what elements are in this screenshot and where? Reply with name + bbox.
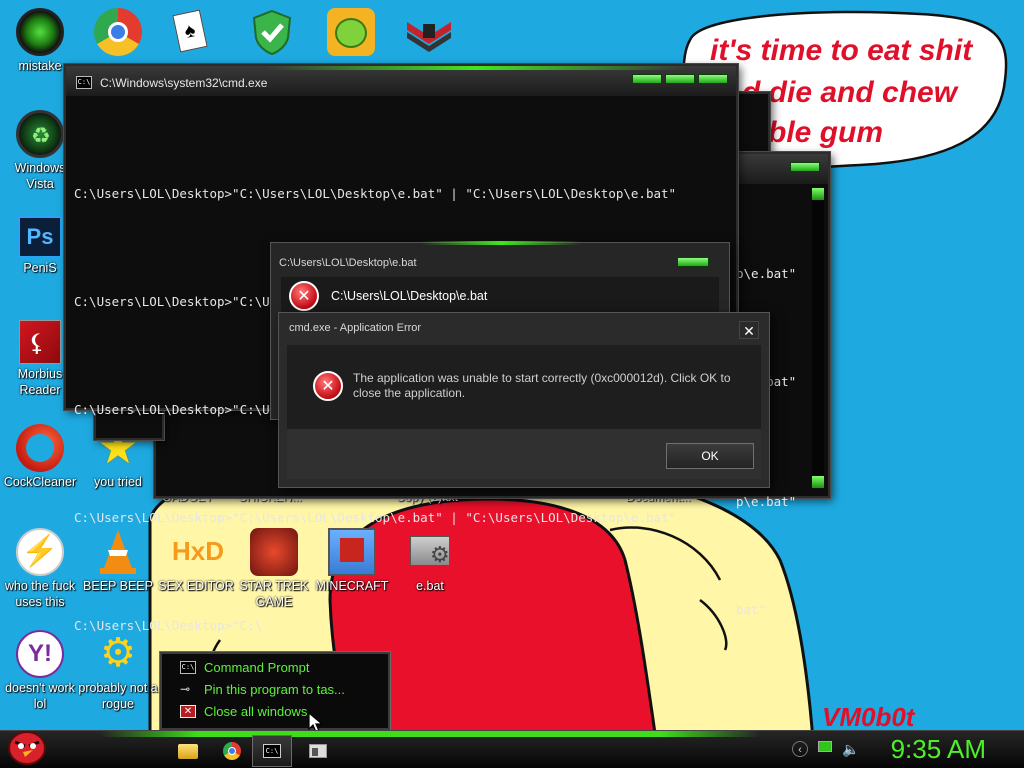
scroll-up-arrow[interactable] (812, 188, 824, 200)
console-line: C:\Users\LOL\Desktop>"C:\ (74, 618, 263, 633)
error-icon: ✕ (313, 371, 343, 401)
green-orb-icon (16, 8, 64, 56)
pdf-icon: ⚸ (19, 320, 61, 364)
taskbar-cmd-button[interactable]: C:\ (252, 735, 292, 767)
ok-button[interactable]: OK (666, 443, 754, 469)
window-controls[interactable] (677, 257, 709, 267)
photoshop-icon: Ps (18, 216, 62, 258)
speech-line-1: it's time to eat shit (710, 34, 973, 67)
lightning-icon: ⚡ (16, 528, 64, 576)
close-button[interactable]: ✕ (739, 321, 759, 339)
window-controls[interactable] (632, 74, 728, 84)
taskbar-folder-button[interactable] (168, 735, 208, 767)
console-line: bat" (736, 602, 767, 617)
dialog-titlebar[interactable]: cmd.exe - Application Error (279, 313, 769, 341)
taskbar-clock[interactable]: 9:35 AM (891, 734, 986, 765)
solitaire-icon: ♠ (166, 8, 214, 56)
jumplist-item-close-all[interactable]: ✕ Close all windows (162, 700, 388, 722)
yahoo-icon: Y! (16, 630, 64, 678)
chrome-icon (94, 8, 142, 56)
network-icon[interactable] (818, 741, 834, 757)
vertical-scrollbar[interactable] (812, 188, 824, 488)
ccleaner-icon (16, 424, 64, 472)
start-button[interactable] (4, 723, 50, 768)
pin-icon: ⊸ (180, 681, 191, 696)
minimize-button[interactable] (632, 74, 662, 84)
desktop-icon-solitaire[interactable]: ♠ (150, 8, 230, 58)
speech-line-3: ble gum (768, 116, 884, 149)
cmd-icon: C:\ (263, 744, 281, 758)
desktop-icon-bad-piggies[interactable] (311, 8, 391, 58)
console-line: p\e.bat" (736, 494, 797, 509)
dialog-title: cmd.exe - Application Error (289, 322, 422, 334)
maximize-button[interactable] (665, 74, 695, 84)
close-windows-icon: ✕ (180, 704, 196, 718)
error-message: The application was unable to start corr… (353, 371, 731, 400)
jumplist-item-pin[interactable]: ⊸ Pin this program to tas... (162, 678, 388, 700)
angry-bird-icon (8, 731, 46, 765)
window-title: C:\Windows\system32\cmd.exe (100, 76, 268, 90)
speech-line-2: d die and chew (742, 76, 958, 109)
jumplist-label: Close all windows (204, 703, 308, 719)
dialog-body: ✕ The application was unable to start co… (287, 345, 761, 479)
taskbar-chrome-button[interactable] (212, 735, 252, 767)
volume-icon[interactable]: 🔈 (842, 741, 859, 757)
chrome-icon (223, 742, 241, 760)
wallpaper-signature: VM0b0t (822, 702, 915, 732)
dialog-titlebar[interactable]: C:\Users\LOL\Desktop\e.bat (271, 243, 729, 277)
recycle-orb-icon: ♻ (16, 110, 64, 158)
taskbar-jump-list: C:\ Command Prompt ⊸ Pin this program to… (160, 652, 390, 730)
emblem-icon (405, 8, 453, 56)
desktop-icon-emblem[interactable] (389, 8, 469, 58)
desktop-icon-shield[interactable] (232, 8, 312, 58)
jumplist-label: Pin this program to tas... (204, 681, 345, 697)
console-line: C:\Users\LOL\Desktop>"C:\Users\LOL\Deskt… (74, 510, 677, 525)
dialog-header: ✕ C:\Users\LOL\Desktop\e.bat (281, 277, 719, 313)
cmd-icon: C:\ (76, 76, 92, 89)
console-line: p\e.bat" (736, 266, 797, 281)
console-line: C:\Users\LOL\Desktop>"C:\Users\LOL\Deskt… (74, 186, 677, 201)
jumplist-item-command-prompt[interactable]: C:\ Command Prompt (162, 656, 388, 678)
error-icon: ✕ (289, 281, 319, 311)
desktop-icon-chrome[interactable] (78, 8, 158, 58)
taskbar: C:\ ‹ 🔈 9:35 AM (0, 730, 1024, 768)
dialog-title: C:\Users\LOL\Desktop\e.bat (279, 257, 417, 269)
cmd-icon: C:\ (180, 660, 196, 674)
window-titlebar[interactable]: C:\ C:\Windows\system32\cmd.exe (66, 66, 736, 96)
shield-icon (248, 8, 296, 56)
jumplist-label: Command Prompt (204, 659, 310, 675)
back-icon[interactable]: ‹ (792, 741, 808, 757)
dialog-heading: C:\Users\LOL\Desktop\e.bat (331, 289, 488, 303)
folder-icon (178, 743, 198, 759)
window-icon (309, 744, 327, 758)
close-button[interactable] (698, 74, 728, 84)
scroll-down-arrow[interactable] (812, 476, 824, 488)
app-error-dialog[interactable]: cmd.exe - Application Error ✕ ✕ The appl… (278, 312, 770, 488)
bad-piggies-icon (327, 8, 375, 56)
window-controls[interactable] (790, 162, 820, 172)
taskbar-window-button[interactable] (298, 735, 338, 767)
